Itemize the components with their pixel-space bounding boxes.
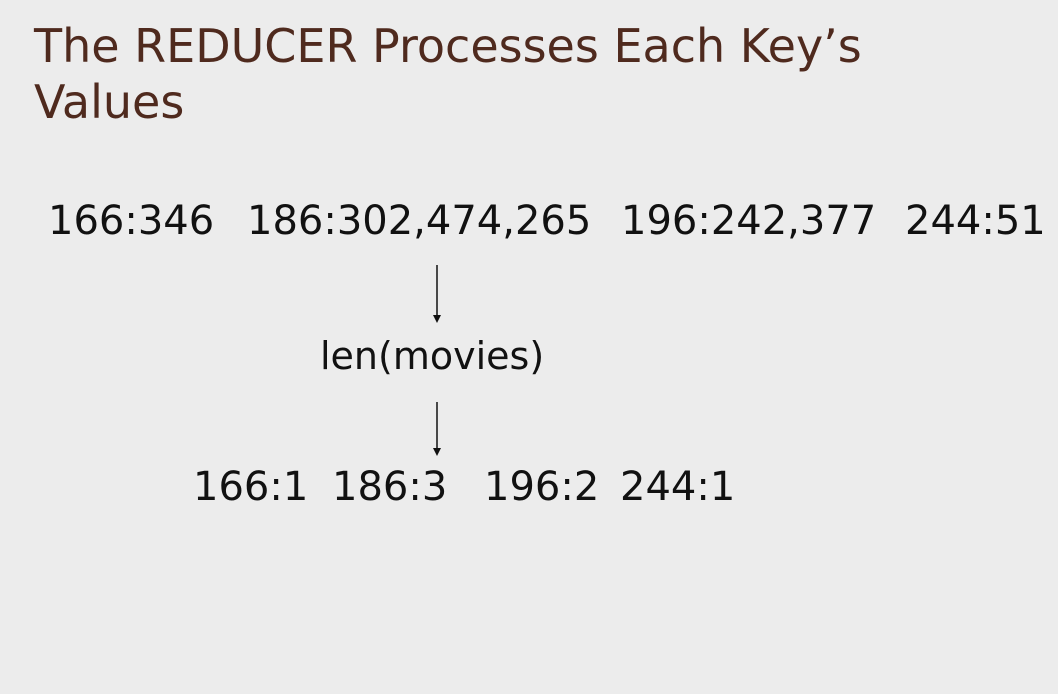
- output-pair-186: 186:3: [332, 464, 448, 510]
- reducer-output-row: 166:1 186:3 196:2 244:1: [0, 464, 1058, 514]
- output-pair-244: 244:1: [620, 464, 736, 510]
- reducer-function-label: len(movies): [320, 334, 545, 378]
- output-pair-166: 166:1: [193, 464, 309, 510]
- input-pair-166: 166:346: [48, 198, 215, 244]
- input-pair-196: 196:242,377: [621, 198, 877, 244]
- slide-title: The REDUCER Processes Each Key’s Values: [34, 19, 862, 129]
- output-pair-196: 196:2: [484, 464, 600, 510]
- mapper-output-row: 166:346 186:302,474,265 196:242,377 244:…: [0, 198, 1058, 248]
- down-arrow-icon: [433, 265, 441, 323]
- input-pair-244: 244:51: [905, 198, 1046, 244]
- input-pair-186: 186:302,474,265: [247, 198, 592, 244]
- down-arrow-icon: [433, 402, 441, 456]
